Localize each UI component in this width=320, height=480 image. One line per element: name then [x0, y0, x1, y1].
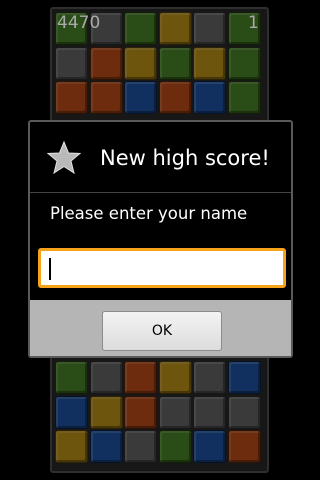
- high-score-dialog: New high score! Please enter your name O…: [28, 120, 293, 358]
- text-cursor: [49, 258, 51, 280]
- star-icon: [46, 140, 82, 175]
- name-input[interactable]: [38, 248, 286, 288]
- dialog-header: New high score!: [30, 122, 291, 193]
- score-display: 4470: [57, 13, 101, 33]
- dialog-button-bar: OK: [30, 300, 291, 356]
- level-display: 1: [248, 13, 259, 33]
- dialog-message: Please enter your name: [50, 204, 248, 223]
- ok-button[interactable]: OK: [102, 311, 222, 351]
- dialog-title: New high score!: [100, 146, 270, 170]
